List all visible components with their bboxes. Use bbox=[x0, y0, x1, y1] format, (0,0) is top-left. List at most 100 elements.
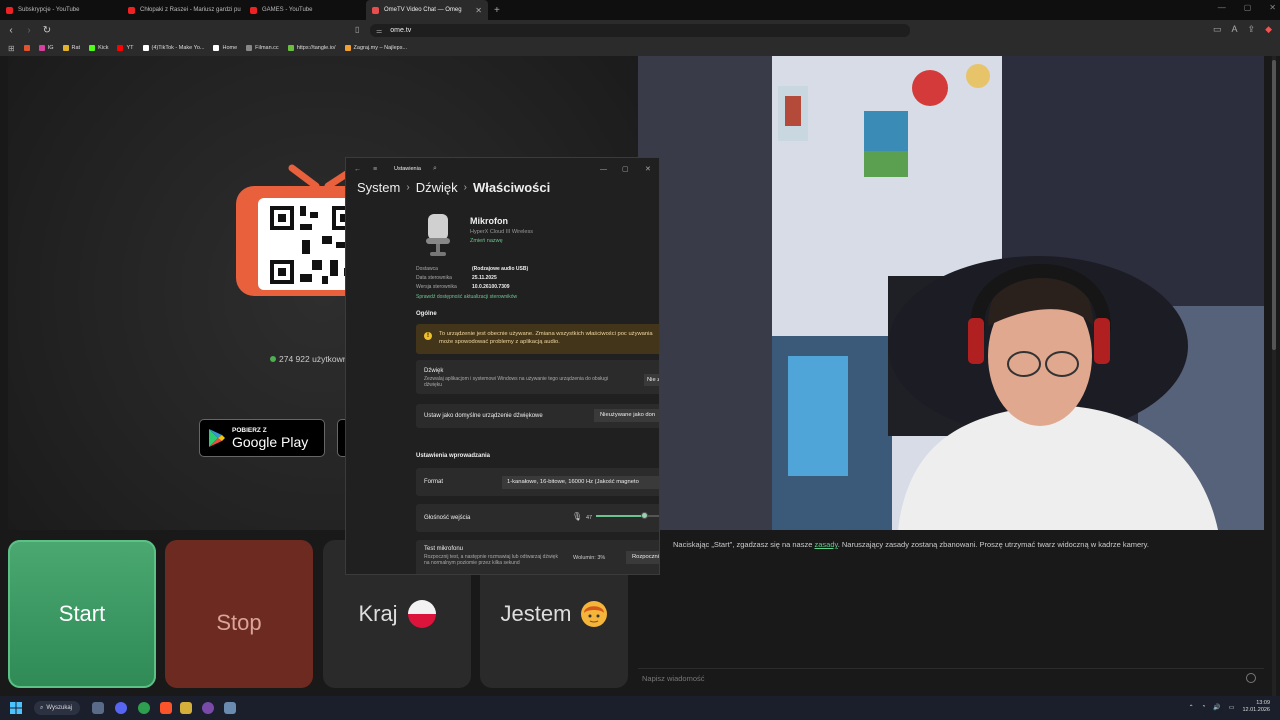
maximize-button[interactable]: ▢ bbox=[1244, 3, 1252, 12]
wifi-icon[interactable]: ◔ bbox=[1202, 704, 1206, 710]
breadcrumb-system[interactable]: System bbox=[357, 180, 400, 195]
bookmark-item[interactable]: IG bbox=[38, 45, 54, 51]
youtube-icon bbox=[6, 6, 13, 14]
breadcrumb-properties: Właściwości bbox=[472, 180, 551, 195]
detail-row: Dostawca (Rodzajowe audio USB) bbox=[416, 266, 528, 272]
device-name: Mikrofon bbox=[470, 216, 508, 226]
tab-title: GAMES - YouTube bbox=[262, 7, 313, 13]
brave-icon[interactable] bbox=[160, 702, 172, 714]
notice-after: . Naruszający zasady zostaną zbanowani. … bbox=[837, 540, 1149, 549]
volume-knob[interactable] bbox=[640, 512, 648, 519]
back-button[interactable]: ‹ bbox=[4, 25, 18, 36]
minimize-button[interactable]: — bbox=[600, 166, 607, 173]
stop-button[interactable]: Stop bbox=[165, 540, 313, 688]
bookmark-label: Home bbox=[222, 45, 238, 51]
chevron-up-icon[interactable]: ⌃ bbox=[1189, 704, 1194, 711]
bookmark-label: IG bbox=[47, 45, 54, 51]
mic-test-row: Test mikrofonu Rozpocznij test, a następ… bbox=[416, 540, 659, 574]
format-select[interactable]: 1-kanałowe, 16-bitowe, 16000 Hz (Jakość … bbox=[502, 476, 659, 489]
audio-label: Dźwięk bbox=[424, 368, 444, 374]
scrollbar-thumb[interactable] bbox=[1272, 60, 1276, 350]
task-view-icon[interactable] bbox=[92, 702, 104, 714]
translate-icon[interactable]: A bbox=[1232, 24, 1238, 35]
tab-subskrypcje[interactable]: Subskrypcje - YouTube bbox=[0, 0, 122, 20]
clock[interactable]: 13:09 12.01.2026 bbox=[1242, 700, 1270, 714]
test-desc: Rozpocznij test, a następnie rozmawiaj l… bbox=[424, 554, 558, 566]
kick-icon bbox=[89, 45, 96, 51]
bookmark-item[interactable]: https://tangle.io/ bbox=[287, 45, 336, 51]
bookmark-item[interactable]: Kick bbox=[89, 45, 108, 51]
forward-button[interactable]: › bbox=[22, 25, 36, 36]
new-tab-button[interactable]: + bbox=[494, 5, 500, 16]
bookmark-item[interactable]: (4)TikTok - Make Yo... bbox=[142, 45, 204, 51]
reload-button[interactable]: ↻ bbox=[40, 25, 54, 36]
audio-toggle[interactable]: Nie z bbox=[644, 374, 659, 386]
microphone-icon bbox=[426, 214, 450, 256]
settings-icon[interactable] bbox=[224, 702, 236, 714]
google-play-big: Google Play bbox=[232, 433, 309, 450]
page-scrollbar[interactable] bbox=[1272, 56, 1276, 696]
shield-icon[interactable]: ◆ bbox=[1265, 24, 1272, 35]
back-arrow-icon[interactable]: ← bbox=[354, 166, 361, 173]
app-icon[interactable] bbox=[180, 702, 192, 714]
bookmark-item[interactable]: YT bbox=[117, 45, 134, 51]
site-settings-icon[interactable]: ⚌ bbox=[376, 27, 382, 35]
battery-icon[interactable]: ▭ bbox=[1229, 704, 1235, 711]
url-field[interactable]: ⚌ ome.tv bbox=[370, 24, 910, 37]
tab-ometv[interactable]: OmeTV Video Chat — Omeg ✕ bbox=[366, 0, 488, 20]
chevron-right-icon: › bbox=[406, 182, 410, 193]
ometv-icon bbox=[372, 6, 379, 14]
search-icon: ⌕ bbox=[40, 704, 44, 711]
poland-flag-icon bbox=[407, 600, 436, 628]
windows-start-icon[interactable] bbox=[10, 702, 22, 714]
rename-link[interactable]: Zmień nazwę bbox=[470, 238, 503, 244]
bookmark-item[interactable]: Rat bbox=[62, 45, 81, 51]
bookmark-item[interactable] bbox=[23, 45, 30, 51]
emoji-icon[interactable] bbox=[1246, 673, 1256, 683]
default-select[interactable]: Nieużywane jako don bbox=[594, 409, 659, 422]
bookmark-item[interactable]: Filman.cc bbox=[246, 45, 279, 51]
bookmark-label: Rat bbox=[71, 45, 81, 51]
maximize-button[interactable]: ▢ bbox=[622, 165, 629, 173]
breadcrumb: System › Dźwięk › Właściwości bbox=[357, 180, 550, 195]
taskbar-search[interactable]: ⌕ Wyszukaj bbox=[34, 701, 80, 715]
breadcrumb-sound[interactable]: Dźwięk bbox=[416, 180, 458, 195]
tab-chlopaki[interactable]: Chłopaki z Raszei - Mariusz gardzi pu bbox=[122, 0, 244, 20]
tab-games[interactable]: GAMES - YouTube bbox=[244, 0, 366, 20]
volume-slider[interactable] bbox=[596, 512, 659, 519]
stop-label: Stop bbox=[216, 610, 262, 635]
cast-icon[interactable]: ▭ bbox=[1213, 24, 1222, 35]
chrome-icon[interactable] bbox=[138, 702, 150, 714]
discord-icon[interactable] bbox=[115, 702, 127, 714]
start-button[interactable]: Start bbox=[8, 540, 156, 688]
detail-value: 10.0.26100.7309 bbox=[472, 284, 510, 290]
detail-row: Wersja sterownika 10.0.26100.7309 bbox=[416, 284, 510, 290]
x-icon bbox=[213, 45, 220, 51]
close-icon[interactable]: ✕ bbox=[475, 6, 482, 15]
bookmark-label: Zagraj.my – Najleps... bbox=[353, 45, 408, 51]
share-icon[interactable]: ⇪ bbox=[1248, 24, 1256, 35]
bookmark-item[interactable]: Home bbox=[213, 45, 237, 51]
close-window-button[interactable]: ✕ bbox=[1269, 3, 1276, 12]
speaker-icon[interactable]: 🔊 bbox=[1213, 704, 1220, 711]
search-icon[interactable]: ⌕ bbox=[433, 165, 437, 173]
driver-update-link[interactable]: Sprawdź dostępność aktualizacji sterowni… bbox=[416, 294, 517, 300]
bookmark-label: Kick bbox=[98, 45, 109, 51]
rules-link[interactable]: zasady bbox=[814, 540, 837, 549]
chat-message-input[interactable]: Napisz wiadomość bbox=[638, 668, 1264, 688]
menu-icon[interactable]: ≡ bbox=[373, 166, 377, 173]
close-button[interactable]: ✕ bbox=[645, 165, 651, 173]
settings-title: Ustawienia bbox=[394, 166, 421, 172]
google-play-badge[interactable]: POBIERZ Z Google Play bbox=[199, 419, 325, 457]
microphone-icon[interactable]: 🎙 bbox=[572, 512, 582, 521]
minimize-button[interactable]: — bbox=[1218, 3, 1226, 12]
apps-icon[interactable]: ⊞ bbox=[8, 44, 15, 53]
bookmark-item[interactable]: Zagraj.my – Najleps... bbox=[344, 45, 408, 51]
bookmark-icon[interactable]: ▯ bbox=[355, 25, 359, 34]
obs-icon[interactable] bbox=[202, 702, 214, 714]
test-volume: Wolumin: 3% bbox=[573, 555, 606, 561]
start-test-button[interactable]: Rozpoczni bbox=[626, 551, 659, 564]
ometv-page: 274 922 użytkowników POBIERZ Z Google Pla… bbox=[0, 56, 1280, 696]
settings-window: ← ≡ Ustawienia ⌕ — ▢ ✕ System › Dźwięk › W… bbox=[345, 157, 660, 575]
bookmark-favicon bbox=[246, 45, 253, 51]
